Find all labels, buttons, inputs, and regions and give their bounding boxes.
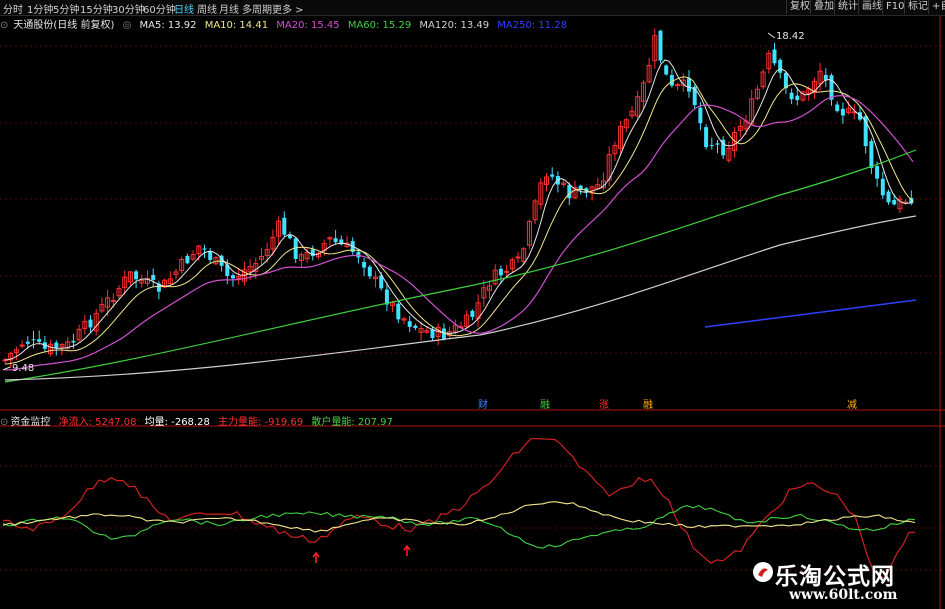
candle-down xyxy=(231,275,235,279)
candle-down xyxy=(88,319,93,328)
low-price-label: 9.48 xyxy=(12,363,35,374)
candle-down xyxy=(778,59,783,73)
ma250-line xyxy=(704,299,917,328)
indicator-name: 资金监控 xyxy=(10,417,51,428)
candle-down xyxy=(795,95,800,101)
candle-down xyxy=(407,321,412,327)
gear-icon[interactable]: ⊙ xyxy=(0,20,8,31)
event-marks: 财融涨融减 xyxy=(478,398,857,411)
candle-down xyxy=(875,166,880,179)
candle-down xyxy=(823,75,828,81)
candle-down xyxy=(789,92,794,100)
candle-down xyxy=(550,174,555,177)
candle-down xyxy=(202,248,207,250)
event-mark: 财 xyxy=(478,398,488,411)
event-mark: 融 xyxy=(540,399,550,411)
candle-up xyxy=(515,256,521,259)
ma250-label: MA250: 11.28 xyxy=(497,20,568,31)
candle-down xyxy=(282,217,287,235)
event-mark: 涨 xyxy=(599,399,609,411)
candle-down xyxy=(880,178,885,196)
candle-down xyxy=(840,108,845,116)
candle-down xyxy=(71,340,76,343)
moving-average-lines xyxy=(2,32,917,383)
candle-down xyxy=(567,185,572,199)
candle-down xyxy=(151,275,156,280)
candle-up xyxy=(504,270,510,273)
candle-up xyxy=(19,344,25,347)
ma60-label: MA60: 15.29 xyxy=(347,20,412,31)
ma20-label: MA20: 15.45 xyxy=(276,20,340,31)
candle-up xyxy=(675,84,681,87)
candle-down xyxy=(384,289,389,305)
ma20-line xyxy=(4,95,914,371)
avg-line xyxy=(2,501,916,533)
ma120-line xyxy=(4,215,917,381)
candle-down xyxy=(892,200,897,205)
candle-down xyxy=(664,65,669,75)
avg-volume-label: 均量: -268.28 xyxy=(144,417,210,428)
candle-down xyxy=(835,104,840,112)
candle-down xyxy=(886,191,891,203)
candle-down xyxy=(869,141,874,168)
candle-down xyxy=(367,266,372,277)
candle-down xyxy=(333,238,338,243)
candle-down xyxy=(25,341,30,344)
high-price-label: 18.42 xyxy=(776,31,805,42)
gear-icon[interactable]: ⊙ xyxy=(0,417,8,428)
candle-down xyxy=(687,78,691,92)
event-mark: 减 xyxy=(847,399,857,411)
ma5-label: MA5: 13.92 xyxy=(139,20,197,31)
candle-down xyxy=(772,49,777,64)
candle-down xyxy=(658,30,663,61)
watermark-logo-icon xyxy=(753,562,773,582)
high-pointer xyxy=(767,32,776,39)
main-legend: ⊙ 天通股份(日线 前复权) ◎ MA5: 13.92 MA10: 14.41 M… xyxy=(0,16,572,31)
candle-down xyxy=(715,143,720,145)
ma60-line xyxy=(4,149,917,383)
candle-down xyxy=(704,127,709,148)
ma120-label: MA120: 13.49 xyxy=(419,20,490,31)
main-force-label: 主力量能: -919.69 xyxy=(218,417,304,428)
settings-icon[interactable]: ◎ xyxy=(123,20,132,31)
event-mark: 融 xyxy=(643,399,653,411)
candle-down xyxy=(185,255,190,264)
ma10-label: MA10: 14.41 xyxy=(204,20,269,31)
kline-chart[interactable]: 财融涨融减 xyxy=(0,0,945,609)
retail-label: 散户量能: 207.97 xyxy=(311,417,393,428)
ma5-line xyxy=(4,59,914,361)
candle-down xyxy=(396,303,401,320)
candle-down xyxy=(362,261,367,268)
candle-down xyxy=(698,107,703,124)
candle-down xyxy=(470,310,475,317)
candle-down xyxy=(31,339,36,341)
candle-down xyxy=(310,249,315,257)
candle-down xyxy=(498,268,503,276)
retail-line xyxy=(2,504,916,549)
watermark-title: 乐淘公式网 xyxy=(775,564,895,590)
ma10-line xyxy=(4,76,914,365)
candle-down xyxy=(208,250,213,260)
watermark-url: www.60lt.com xyxy=(789,587,898,603)
stock-title: 天通股份(日线 前复权) xyxy=(13,20,115,31)
candle-down xyxy=(356,251,361,258)
net-inflow-label: 净流入: 5247.08 xyxy=(58,417,137,428)
sub-legend: ⊙ 资金监控 净流入: 5247.08 均量: -268.28 主力量能: -91… xyxy=(0,413,398,428)
candle-down xyxy=(413,325,418,329)
candle-down xyxy=(134,271,139,280)
candle-down xyxy=(37,339,42,342)
candle-down xyxy=(709,145,714,147)
